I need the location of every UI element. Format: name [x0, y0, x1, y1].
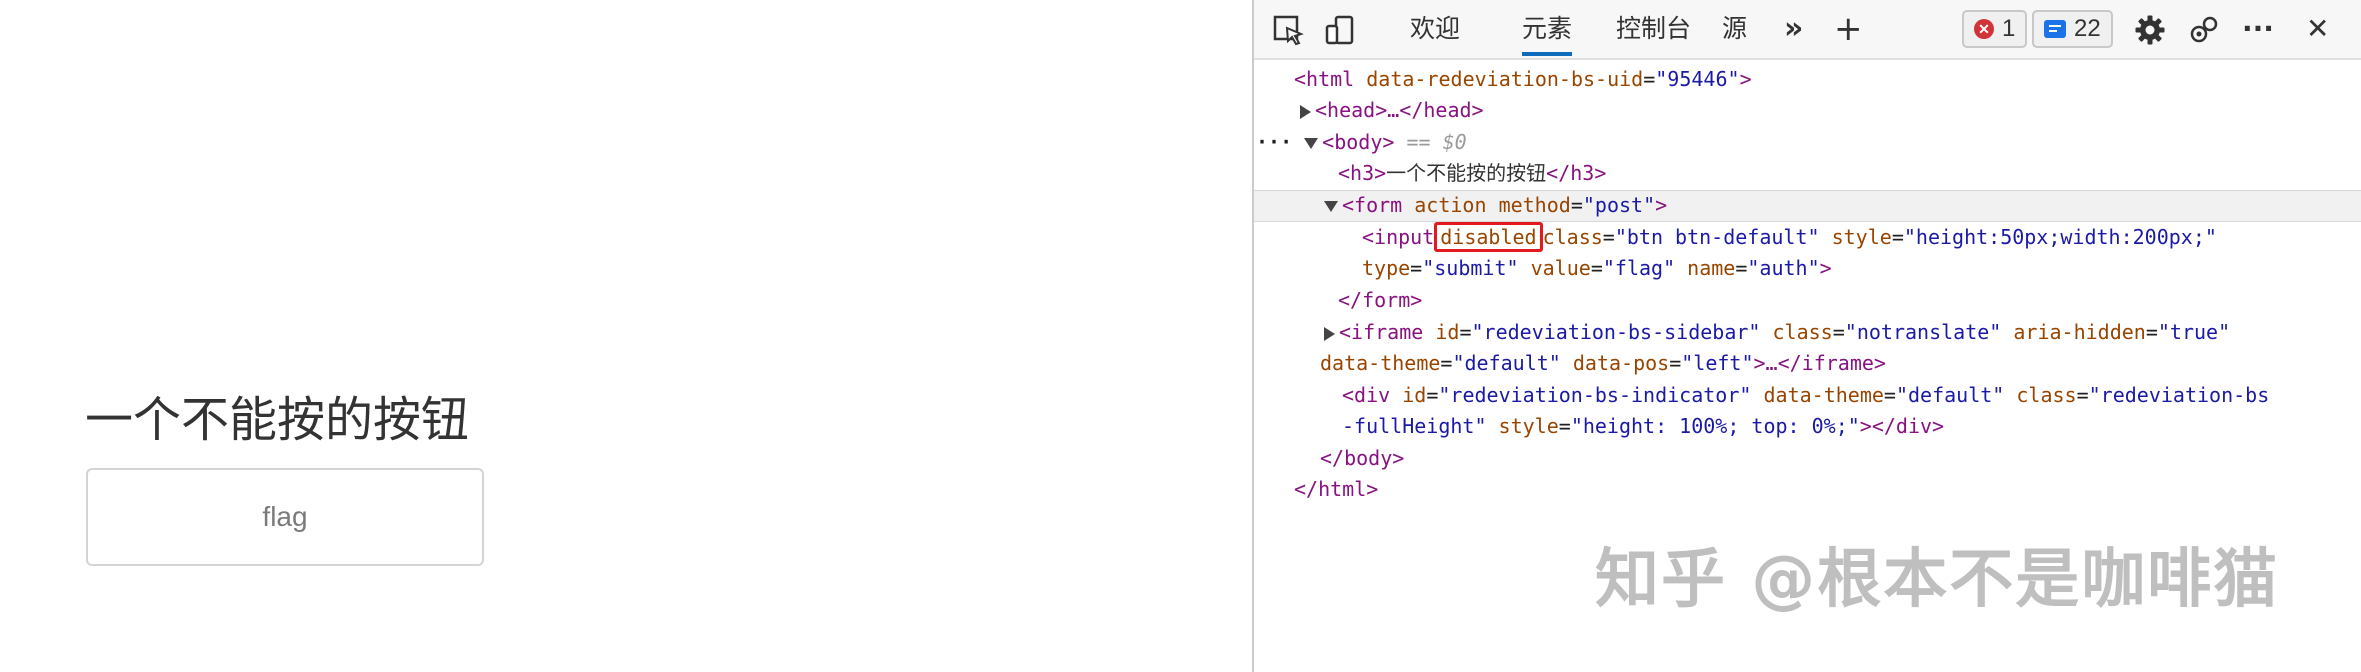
- tree-node-form[interactable]: <form action method="post">: [1324, 190, 1667, 220]
- error-count: 1: [2002, 15, 2016, 42]
- expand-arrow-icon[interactable]: [1324, 326, 1335, 341]
- tree-node-input[interactable]: <input disabled class="btn btn-default" st…: [1362, 222, 2217, 252]
- tab-sources[interactable]: 源: [1722, 0, 1747, 58]
- tree-node-body-close[interactable]: </body>: [1320, 443, 1404, 473]
- flag-submit-button[interactable]: flag: [86, 468, 484, 566]
- collapse-arrow-icon[interactable]: [1304, 138, 1319, 149]
- expand-arrow-icon[interactable]: [1300, 104, 1311, 119]
- message-count: 22: [2074, 15, 2101, 42]
- settings-gear-icon[interactable]: [2130, 10, 2170, 50]
- tree-node-body[interactable]: ··· <body> == $0: [1256, 127, 1467, 157]
- tree-node-html-close[interactable]: </html>: [1294, 474, 1378, 504]
- add-tab-icon[interactable]: +: [1834, 0, 1863, 58]
- more-options-icon[interactable]: ···: [2242, 0, 2274, 58]
- collapse-arrow-icon[interactable]: [1324, 201, 1338, 212]
- tree-node-iframe-cont: data-theme="default" data-pos="left">…</…: [1320, 351, 1886, 375]
- more-tabs-icon[interactable]: »: [1784, 0, 1803, 58]
- message-icon: [2044, 20, 2066, 38]
- tree-node-input-cont: type="submit" value="flag" name="auth">: [1362, 256, 1832, 280]
- page-viewport: 一个不能按的按钮 flag: [0, 0, 1252, 672]
- tree-node-h3[interactable]: <h3>一个不能按的按钮</h3>: [1338, 158, 1606, 188]
- node-actions-icon[interactable]: ···: [1256, 130, 1292, 154]
- device-emulation-icon[interactable]: [1320, 10, 1360, 50]
- inspect-element-icon[interactable]: [1268, 10, 1308, 50]
- message-count-badge[interactable]: 22: [2032, 10, 2113, 48]
- error-count-badge[interactable]: ✕ 1: [1962, 10, 2028, 48]
- tree-node-div[interactable]: <div id="redeviation-bs-indicator" data-…: [1342, 380, 2269, 410]
- devtools-toolbar: 欢迎 元素 控制台 源 » + ✕ 1 22 ··· ✕: [1254, 0, 2361, 60]
- page-heading: 一个不能按的按钮: [85, 392, 470, 448]
- tree-node-iframe[interactable]: <iframe id="redeviation-bs-sidebar" clas…: [1324, 317, 2230, 347]
- tree-node-html[interactable]: <html data-redeviation-bs-uid="95446">: [1294, 64, 1752, 94]
- zhihu-watermark: 知乎 @根本不是咖啡猫: [1595, 543, 2280, 617]
- tree-node-head[interactable]: <head>…</head>: [1300, 95, 1484, 125]
- tab-console[interactable]: 控制台: [1616, 0, 1691, 58]
- tab-elements[interactable]: 元素: [1522, 0, 1573, 58]
- error-icon: ✕: [1974, 19, 1994, 39]
- disabled-attribute-highlight: disabled: [1434, 222, 1543, 252]
- tree-node-div-cont: -fullHeight" style="height: 100%; top: 0…: [1342, 414, 1945, 438]
- tree-node-form-close[interactable]: </form>: [1338, 285, 1422, 315]
- remote-devices-icon[interactable]: [2184, 10, 2224, 50]
- close-devtools-icon[interactable]: ✕: [2306, 0, 2329, 58]
- tab-welcome[interactable]: 欢迎: [1410, 0, 1460, 58]
